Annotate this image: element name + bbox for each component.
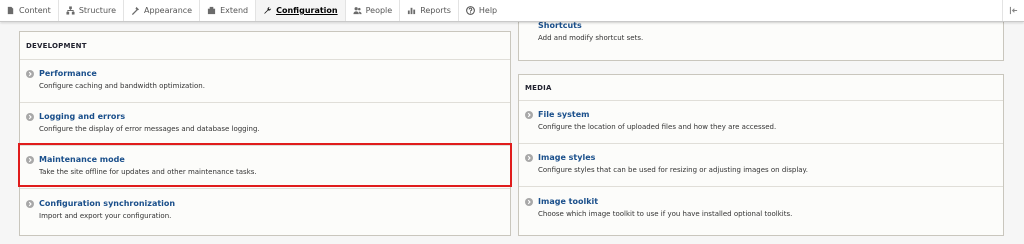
media-panel: MEDIA File system Configure the location… <box>518 74 1004 236</box>
maintenance-mode-link[interactable]: Maintenance mode <box>26 155 504 164</box>
config-item-image-styles: Image styles Configure styles that can b… <box>519 143 1003 186</box>
item-description: Add and modify shortcut sets. <box>538 34 644 42</box>
config-item-maintenance: Maintenance mode Take the site offline f… <box>20 145 510 188</box>
item-title: Maintenance mode <box>39 155 125 164</box>
config-item-logging: Logging and errors Configure the display… <box>20 102 510 145</box>
toolbar-tab-structure[interactable]: Structure <box>57 0 123 21</box>
panel-title: DEVELOPMENT <box>26 41 87 50</box>
toolbar-tab-label: People <box>365 6 393 15</box>
chevron-circle-icon <box>26 199 34 208</box>
config-item-sync: Configuration synchronization Import and… <box>20 188 510 236</box>
shortcuts-link[interactable]: Shortcuts <box>525 21 997 30</box>
chevron-circle-icon <box>26 155 34 164</box>
toolbar-tab-label: Reports <box>420 6 451 15</box>
item-title: Logging and errors <box>39 112 126 121</box>
toolbar-tab-label: Content <box>19 6 51 15</box>
development-panel: DEVELOPMENT Performance Configure cachin… <box>19 31 511 236</box>
extend-icon <box>207 6 216 15</box>
item-description: Import and export your configuration. <box>39 212 172 220</box>
item-title: Image styles <box>538 153 596 162</box>
item-description: Configure the location of uploaded files… <box>538 123 777 131</box>
item-description: Configure the display of error messages … <box>39 125 260 133</box>
chevron-circle-icon <box>525 110 533 119</box>
help-icon <box>465 6 475 15</box>
admin-toolbar: Content Structure Appearance Extend Conf… <box>0 0 1024 22</box>
file-system-link[interactable]: File system <box>525 110 997 119</box>
toolbar-tab-appearance[interactable]: Appearance <box>123 0 199 21</box>
toolbar-tab-help[interactable]: Help <box>457 0 504 21</box>
item-description: Choose which image toolkit to use if you… <box>538 210 793 218</box>
people-icon <box>353 7 362 15</box>
toolbar-tab-content[interactable]: Content <box>0 0 58 21</box>
toolbar-tab-label: Structure <box>78 6 117 15</box>
config-item-file-system: File system Configure the location of up… <box>519 100 1003 143</box>
appearance-icon <box>131 6 140 15</box>
content-icon <box>7 6 14 15</box>
chevron-circle-icon <box>26 112 34 121</box>
toolbar-tab-label: Help <box>478 6 498 15</box>
toolbar-tab-configuration[interactable]: Configuration <box>255 0 345 21</box>
item-description: Configure styles that can be used for re… <box>538 166 808 174</box>
collapse-sidebar-icon[interactable] <box>1002 0 1024 21</box>
shortcuts-panel: Shortcuts Add and modify shortcut sets. <box>518 21 1004 61</box>
chevron-circle-icon <box>26 69 34 78</box>
performance-link[interactable]: Performance <box>26 69 504 78</box>
image-toolkit-link[interactable]: Image toolkit <box>525 197 997 206</box>
image-styles-link[interactable]: Image styles <box>525 153 997 162</box>
chevron-circle-icon <box>525 153 533 162</box>
reports-icon <box>408 7 416 15</box>
chevron-circle-icon <box>525 197 533 206</box>
item-description: Configure caching and bandwidth optimiza… <box>39 82 205 90</box>
toolbar-tab-extend[interactable]: Extend <box>199 0 255 21</box>
item-title: Configuration synchronization <box>39 199 176 208</box>
config-page: DEVELOPMENT Performance Configure cachin… <box>0 21 1024 244</box>
item-title: Performance <box>39 69 97 78</box>
config-item-performance: Performance Configure caching and bandwi… <box>20 59 510 102</box>
config-item-image-toolkit: Image toolkit Choose which image toolkit… <box>519 186 1003 236</box>
toolbar-tab-people[interactable]: People <box>344 0 400 21</box>
toolbar-tab-reports[interactable]: Reports <box>399 0 458 21</box>
toolbar-tab-label: Extend <box>220 6 249 15</box>
toolbar-tab-label: Appearance <box>144 6 193 15</box>
structure-icon <box>66 6 75 15</box>
configuration-synchronization-link[interactable]: Configuration synchronization <box>26 199 504 208</box>
item-title: Image toolkit <box>538 197 599 206</box>
toolbar-tab-label: Configuration <box>276 6 338 15</box>
item-title: File system <box>538 110 590 119</box>
item-title: Shortcuts <box>538 21 582 30</box>
logging-and-errors-link[interactable]: Logging and errors <box>26 112 504 121</box>
wrench-icon <box>264 6 272 14</box>
item-description: Take the site offline for updates and ot… <box>39 168 257 176</box>
panel-title: MEDIA <box>525 83 552 92</box>
